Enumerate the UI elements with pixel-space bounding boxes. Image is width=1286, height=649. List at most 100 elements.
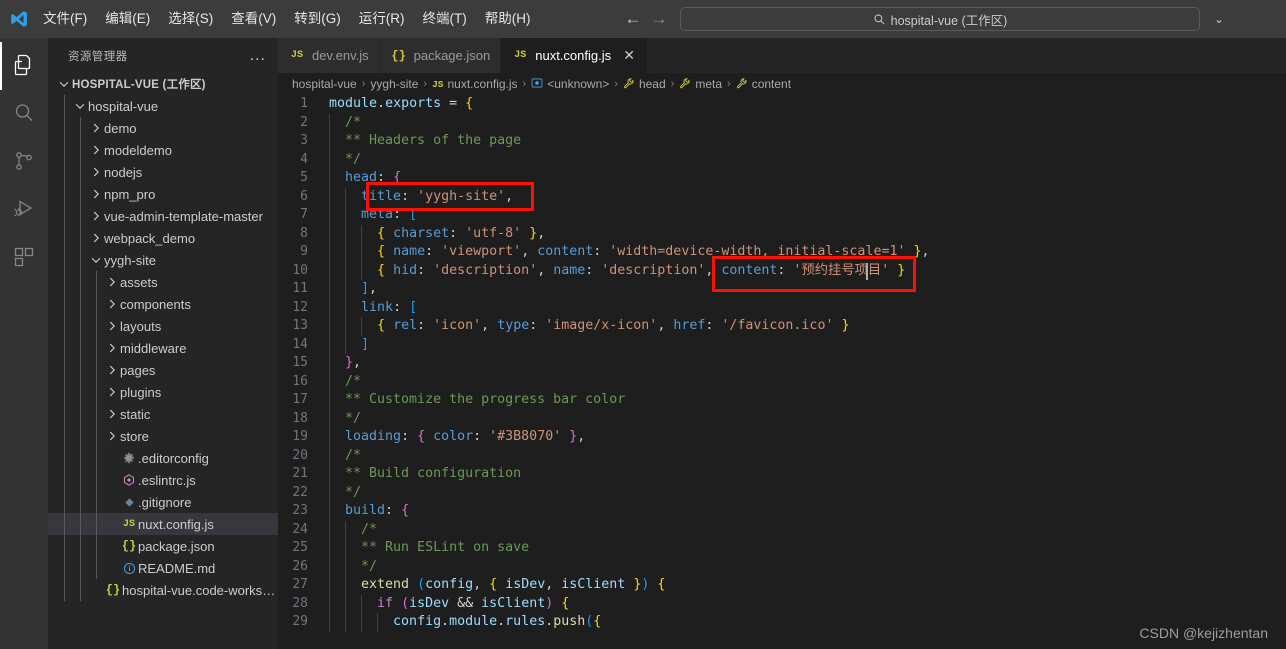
code-token: [ bbox=[409, 299, 418, 315]
tree-folder-row[interactable]: static bbox=[48, 403, 278, 425]
chevron-right-icon bbox=[104, 363, 120, 377]
code-token: : bbox=[417, 318, 434, 333]
breadcrumb-item[interactable]: head bbox=[621, 77, 668, 92]
code-token: : bbox=[393, 207, 410, 222]
tree-folder-row[interactable]: plugins bbox=[48, 381, 278, 403]
activity-run-and-debug[interactable] bbox=[0, 186, 48, 234]
activity-search[interactable] bbox=[0, 90, 48, 138]
menu-edit[interactable]: 编辑(E) bbox=[96, 6, 159, 32]
activity-explorer[interactable] bbox=[0, 42, 48, 90]
tree-folder-row[interactable]: store bbox=[48, 425, 278, 447]
code-indent-guide bbox=[345, 187, 347, 206]
editor-tab[interactable]: JS nuxt.config.js ✕ bbox=[501, 38, 649, 73]
extensions-icon bbox=[12, 245, 36, 272]
tree-folder-row[interactable]: modeldemo bbox=[48, 139, 278, 161]
tree-indent-guide bbox=[80, 579, 81, 601]
tree-folder-row[interactable]: webpack_demo bbox=[48, 227, 278, 249]
tree-file-row[interactable]: .editorconfig bbox=[48, 447, 278, 469]
code-line: 26 */ bbox=[278, 557, 1286, 576]
tree-item-label: yygh-site bbox=[104, 252, 157, 268]
tree-folder-row[interactable]: nodejs bbox=[48, 161, 278, 183]
code-token: , bbox=[473, 577, 490, 592]
chevron-down-icon[interactable]: ⌄ bbox=[1210, 12, 1228, 26]
tree-file-row[interactable]: {} hospital-vue.code-workspace bbox=[48, 579, 278, 601]
chevron-right-icon bbox=[104, 319, 120, 333]
breadcrumb-item[interactable]: meta bbox=[677, 77, 724, 92]
tree-root-row[interactable]: HOSPITAL-VUE (工作区) bbox=[48, 73, 278, 95]
tree-folder-row[interactable]: demo bbox=[48, 117, 278, 139]
close-icon[interactable]: ✕ bbox=[621, 47, 637, 64]
breadcrumb-item[interactable]: content bbox=[734, 77, 793, 92]
menu-file[interactable]: 文件(F) bbox=[34, 6, 96, 32]
activity-source-control[interactable] bbox=[0, 138, 48, 186]
code-token: } bbox=[913, 244, 922, 259]
tree-folder-row[interactable]: layouts bbox=[48, 315, 278, 337]
breadcrumb-item[interactable]: yygh-site bbox=[368, 77, 420, 91]
tree-indent-guide bbox=[64, 381, 65, 403]
breadcrumb-item[interactable]: <unknown> bbox=[529, 77, 611, 92]
js-icon: JS bbox=[432, 78, 444, 90]
code-indent-guide bbox=[329, 113, 330, 132]
tree-file-row[interactable]: README.md bbox=[48, 557, 278, 579]
code-token: , bbox=[521, 244, 538, 259]
command-center[interactable]: hospital-vue (工作区) bbox=[680, 7, 1200, 31]
menu-help[interactable]: 帮助(H) bbox=[476, 6, 540, 32]
code-line: 29 config.module.rules.push({ bbox=[278, 613, 1286, 632]
tree-file-row[interactable]: JS nuxt.config.js bbox=[48, 513, 278, 535]
code-token: */ bbox=[329, 151, 362, 167]
tree-file-row[interactable]: .gitignore bbox=[48, 491, 278, 513]
menu-selection[interactable]: 选择(S) bbox=[159, 6, 222, 32]
line-source: title: 'yygh-site', bbox=[324, 188, 513, 207]
menu-run[interactable]: 运行(R) bbox=[350, 6, 414, 32]
go-forward-button[interactable]: → bbox=[646, 6, 672, 32]
code-indent-guide bbox=[329, 280, 330, 299]
tree-file-row[interactable]: {} package.json bbox=[48, 535, 278, 557]
tree-folder-row[interactable]: npm_pro bbox=[48, 183, 278, 205]
line-source: ** Build configuration bbox=[324, 465, 521, 484]
code-token: : bbox=[401, 188, 418, 204]
code-token: { bbox=[393, 170, 402, 185]
tree-indent-guide bbox=[64, 183, 65, 205]
activity-extensions[interactable] bbox=[0, 234, 48, 282]
menu-terminal[interactable]: 终端(T) bbox=[414, 6, 476, 32]
menu-view[interactable]: 查看(V) bbox=[222, 6, 285, 32]
code-line: 13 { rel: 'icon', type: 'image/x-icon', … bbox=[278, 317, 1286, 336]
code-token: */ bbox=[329, 410, 362, 426]
code-token: { bbox=[561, 595, 570, 611]
tree-folder-row[interactable]: hospital-vue bbox=[48, 95, 278, 117]
breadcrumb-item[interactable]: JS nuxt.config.js bbox=[430, 77, 519, 91]
code-token: 'yygh-site' bbox=[417, 188, 506, 204]
breadcrumb-separator: › bbox=[670, 78, 675, 90]
tree-folder-row[interactable]: components bbox=[48, 293, 278, 315]
more-actions-icon[interactable]: ... bbox=[244, 47, 272, 65]
editor-tab[interactable]: {} package.json bbox=[379, 38, 502, 73]
line-source: { rel: 'icon', type: 'image/x-icon', hre… bbox=[324, 317, 849, 336]
tree-item-label: .gitignore bbox=[138, 494, 192, 510]
menu-go[interactable]: 转到(G) bbox=[285, 6, 350, 32]
text-cursor bbox=[866, 262, 868, 280]
tree-indent-guide bbox=[64, 337, 65, 359]
line-source: ** Headers of the page bbox=[324, 132, 521, 151]
symbol-icon bbox=[531, 77, 543, 92]
tree-folder-row[interactable]: assets bbox=[48, 271, 278, 293]
code-editor[interactable]: 1 module.exports = {2 /* 3 ** Headers of t… bbox=[278, 95, 1286, 649]
tree-folder-row[interactable]: pages bbox=[48, 359, 278, 381]
tree-folder-row[interactable]: vue-admin-template-master bbox=[48, 205, 278, 227]
tree-indent-guide bbox=[64, 227, 65, 249]
tree-folder-row[interactable]: yygh-site bbox=[48, 249, 278, 271]
editor-tab[interactable]: JS dev.env.js bbox=[278, 38, 380, 73]
line-number: 12 bbox=[292, 299, 308, 315]
go-back-button[interactable]: ← bbox=[620, 6, 646, 32]
tree-indent-guide bbox=[96, 425, 97, 447]
breadcrumb-item[interactable]: hospital-vue bbox=[290, 77, 359, 91]
tree-file-row[interactable]: .eslintrc.js bbox=[48, 469, 278, 491]
code-indent-guide bbox=[329, 428, 330, 447]
line-source: ** Customize the progress bar color bbox=[324, 391, 625, 410]
chevron-right-icon bbox=[88, 209, 104, 223]
tree-folder-row[interactable]: middleware bbox=[48, 337, 278, 359]
chevron-right-icon bbox=[104, 429, 120, 443]
